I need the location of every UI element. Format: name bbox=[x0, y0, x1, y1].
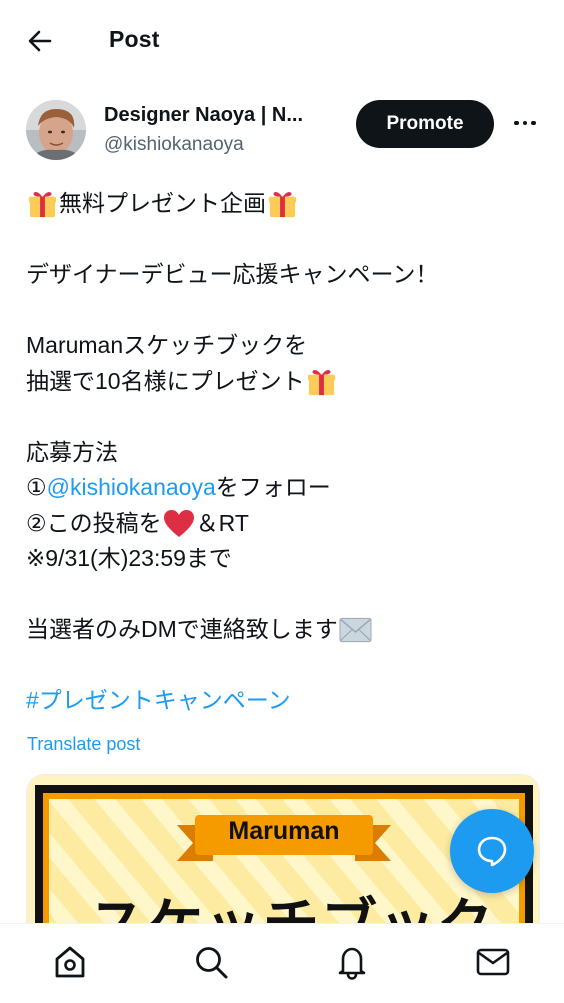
back-button[interactable] bbox=[26, 27, 54, 55]
post-line-text: 抽選で10名様にプレゼント bbox=[26, 367, 305, 394]
nav-messages[interactable] bbox=[473, 942, 513, 982]
arrow-left-icon bbox=[28, 30, 52, 52]
post-line: 抽選で10名様にプレゼント bbox=[26, 364, 546, 400]
avatar[interactable] bbox=[26, 100, 86, 160]
nav-home[interactable] bbox=[50, 942, 90, 982]
home-icon bbox=[55, 946, 85, 978]
red-heart-emoji bbox=[163, 509, 194, 537]
gift-emoji bbox=[28, 192, 57, 218]
post-line: ※9/31(木)23:59まで bbox=[26, 545, 232, 571]
chat-bubble-icon bbox=[477, 836, 507, 867]
page-title: Post bbox=[109, 26, 160, 52]
post-line: 当選者のみDMで連絡致します bbox=[26, 612, 546, 648]
bell-icon bbox=[338, 947, 366, 980]
post-line: 応募方法 bbox=[26, 438, 118, 465]
post-line: ① @kishiokanaoya をフォロー bbox=[26, 470, 546, 506]
post-text: 無料プレゼント企画 デザイナーデビュー応援キャンペーン！ Marumanスケッチ… bbox=[26, 186, 546, 719]
post-author: Designer Naoya | N... @kishiokanaoya Pro… bbox=[26, 98, 546, 162]
more-options-button[interactable] bbox=[510, 110, 540, 136]
mention-link[interactable]: @kishiokanaoya bbox=[47, 470, 216, 506]
media-banner-label: Maruman bbox=[228, 817, 340, 845]
top-bar: Post bbox=[0, 0, 564, 82]
post-line-text: 無料プレゼント企画 bbox=[59, 190, 266, 216]
search-icon bbox=[196, 947, 228, 979]
bottom-nav bbox=[0, 923, 564, 1003]
post-line: Marumanスケッチブックを bbox=[26, 332, 308, 358]
nav-search[interactable] bbox=[191, 942, 231, 982]
more-horizontal-icon bbox=[514, 120, 519, 126]
promote-button[interactable]: Promote bbox=[356, 100, 494, 148]
post-line: デザイナーデビュー応援キャンペーン！ bbox=[26, 261, 439, 287]
gift-emoji bbox=[268, 192, 297, 218]
post-line-text: 当選者のみDMで連絡致します bbox=[26, 616, 338, 642]
post-line: ②この投稿を ＆RT bbox=[26, 506, 546, 542]
gift-emoji bbox=[307, 369, 335, 395]
author-handle[interactable]: @kishiokanaoya bbox=[104, 134, 244, 156]
mail-icon bbox=[476, 948, 510, 976]
envelope-emoji bbox=[339, 617, 372, 642]
post-line: 無料プレゼント企画 bbox=[26, 186, 546, 222]
chat-fab-button[interactable] bbox=[450, 809, 534, 893]
author-name[interactable]: Designer Naoya | N... bbox=[104, 104, 334, 127]
translate-post-link[interactable]: Translate post bbox=[27, 734, 140, 755]
nav-notifications[interactable] bbox=[332, 942, 372, 982]
hashtag-link[interactable]: #プレゼントキャンペーン bbox=[26, 683, 546, 719]
